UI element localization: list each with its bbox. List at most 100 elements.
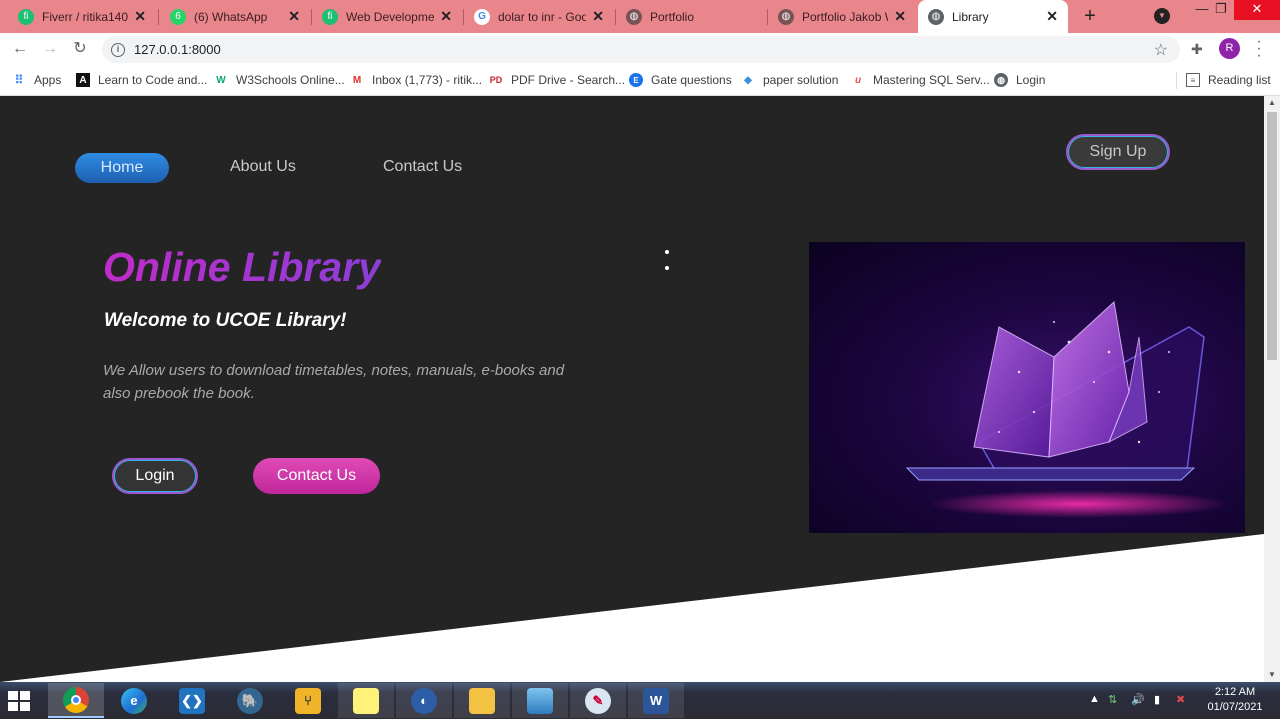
reading-list-icon: ≡ [1186, 73, 1200, 87]
nav-contact-link[interactable]: Contact Us [383, 158, 462, 176]
close-icon[interactable]: ✕ [592, 8, 604, 25]
tab-whatsapp[interactable]: 6 (6) WhatsApp ✕ [160, 0, 310, 33]
taskbar-file-explorer[interactable] [454, 683, 510, 718]
network-status-icon[interactable]: ⇅ [1108, 693, 1117, 706]
nav-home-link[interactable]: Home [75, 153, 169, 183]
bookmark-codecademy[interactable]: A Learn to Code and... [76, 71, 207, 89]
tab-library[interactable]: ◍ Library ✕ [918, 0, 1068, 33]
bookmark-label: Apps [34, 73, 62, 87]
windows-taskbar: e ❮❯ 🐘 ⑂ ◐ ✎ W ▲ ⇅ 🔊 ▮ ✖ 2:12 AM 01/07/2… [0, 682, 1280, 719]
contact-us-button[interactable]: Contact Us [253, 458, 380, 494]
bookmarks-bar: ⠿ Apps A Learn to Code and... W W3School… [0, 65, 1280, 96]
slider-dot[interactable] [665, 266, 669, 270]
close-icon[interactable]: ✕ [134, 8, 146, 25]
bookmark-w3schools[interactable]: W W3Schools Online... [214, 71, 345, 89]
bookmark-pdfdrive[interactable]: PD PDF Drive - Search... [489, 71, 625, 89]
scroll-thumb[interactable] [1267, 112, 1277, 360]
window-close-button[interactable]: ✕ [1234, 0, 1280, 20]
volume-icon[interactable]: 🔊 [1131, 693, 1145, 706]
pdfdrive-icon: PD [489, 75, 503, 85]
tab-title: Portfolio Jakob W [802, 9, 889, 24]
taskbar-vscode[interactable]: ❮❯ [164, 683, 220, 718]
site-info-icon[interactable]: i [111, 42, 125, 57]
notification-icon[interactable]: ✖ [1176, 693, 1185, 706]
tab-portfolio-jakob[interactable]: ◍ Portfolio Jakob W ✕ [768, 0, 916, 33]
tab-web-development[interactable]: fi Web Development ✕ [312, 0, 462, 33]
hero-title: Online Library [103, 244, 381, 290]
bookmark-label: Inbox (1,773) - ritik... [372, 73, 483, 87]
reading-list-label: Reading list [1208, 73, 1271, 87]
codecademy-icon: A [76, 73, 90, 87]
bookmark-star-icon[interactable]: ☆ [1154, 40, 1168, 60]
bookmark-login[interactable]: ◍ Login [994, 71, 1045, 89]
taskbar-git[interactable]: ⑂ [280, 683, 336, 718]
bookmark-gmail[interactable]: M Inbox (1,773) - ritik... [350, 71, 482, 89]
postgresql-icon: 🐘 [237, 687, 263, 714]
taskbar-postgresql[interactable]: 🐘 [222, 683, 278, 718]
slider-dot[interactable] [665, 250, 669, 254]
taskbar-edge[interactable]: e [106, 683, 162, 718]
close-icon[interactable]: ✕ [288, 8, 300, 25]
reload-icon[interactable]: ↻ [70, 39, 90, 59]
bookmark-paper-solution[interactable]: ◆ paper solution [741, 71, 838, 89]
hero-description: We Allow users to download timetables, n… [103, 362, 565, 402]
vscode-icon: ❮❯ [179, 687, 205, 714]
taskbar-paint[interactable]: ✎ [570, 683, 626, 718]
globe-icon: ◍ [626, 8, 642, 25]
tab-portfolio[interactable]: ◍ Portfolio [616, 0, 766, 33]
bookmark-label: Mastering SQL Serv... [873, 73, 990, 87]
tab-search-icon[interactable]: ▼ [1154, 8, 1170, 24]
extensions-puzzle-icon[interactable]: ✚ [1191, 41, 1203, 58]
restore-button[interactable]: ❐ [1204, 0, 1238, 20]
taskbar-media-player[interactable]: ◐ [396, 683, 452, 718]
bookmark-label: W3Schools Online... [236, 73, 345, 87]
nav-about-link[interactable]: About Us [230, 158, 296, 176]
back-arrow-icon[interactable]: ← [10, 39, 30, 59]
kebab-menu-icon[interactable]: · · · [1255, 34, 1263, 64]
sticky-notes-icon [353, 687, 379, 714]
signup-button[interactable]: Sign Up [1066, 134, 1170, 170]
slider-dots[interactable] [665, 250, 671, 282]
tab-google-search[interactable]: G dolar to inr - Goog ✕ [464, 0, 614, 33]
w3schools-icon: W [216, 74, 226, 86]
globe-icon: ◍ [778, 8, 794, 25]
bookmark-apps[interactable]: ⠿ Apps [12, 71, 62, 89]
browser-toolbar: ← → ↻ i 127.0.0.1:8000 ☆ ✚ R · · · [0, 33, 1280, 65]
scroll-up-arrow-icon[interactable]: ▲ [1264, 96, 1280, 110]
bookmark-label: Login [1016, 73, 1046, 87]
scroll-down-arrow-icon[interactable]: ▼ [1264, 668, 1280, 682]
url-text[interactable]: 127.0.0.1:8000 [134, 42, 1154, 57]
fiverr-icon: fi [322, 8, 338, 25]
taskbar-chrome[interactable] [48, 683, 104, 718]
tab-fiverr[interactable]: fi Fiverr / ritika1406 ✕ [8, 0, 156, 33]
paint-icon: ✎ [585, 687, 611, 714]
bookmark-label: Gate questions [651, 73, 732, 87]
profile-avatar[interactable]: R [1219, 38, 1240, 59]
gmail-icon: M [352, 74, 362, 86]
bookmark-sql[interactable]: u Mastering SQL Serv... [851, 71, 990, 89]
forward-arrow-icon[interactable]: → [40, 39, 60, 59]
file-explorer-icon [469, 687, 495, 714]
bookmark-gate[interactable]: E Gate questions [629, 71, 732, 89]
photos-icon [527, 687, 553, 714]
battery-icon[interactable]: ▮ [1154, 693, 1160, 706]
taskbar-word[interactable]: W [628, 683, 684, 718]
page-scrollbar[interactable]: ▲ ▼ [1264, 96, 1280, 682]
taskbar-clock[interactable]: 2:12 AM 01/07/2021 [1200, 685, 1270, 715]
taskbar-photos[interactable] [512, 683, 568, 718]
reading-list-button[interactable]: ≡ Reading list [1186, 71, 1271, 89]
new-tab-button[interactable]: + [1080, 4, 1100, 28]
tab-strip: fi Fiverr / ritika1406 ✕ 6 (6) WhatsApp … [0, 0, 1280, 33]
gate-icon: E [629, 73, 643, 87]
taskbar-sticky-notes[interactable] [338, 683, 394, 718]
windows-start-icon[interactable] [8, 691, 30, 711]
google-icon: G [474, 8, 490, 25]
show-hidden-icons-chevron-icon[interactable]: ▲ [1089, 693, 1100, 705]
login-button[interactable]: Login [112, 458, 198, 494]
tab-title: Fiverr / ritika1406 [42, 9, 129, 24]
close-icon[interactable]: ✕ [440, 8, 452, 25]
hero-subtitle: Welcome to UCOE Library! [104, 310, 347, 331]
address-bar[interactable]: i 127.0.0.1:8000 ☆ [102, 36, 1180, 63]
close-icon[interactable]: ✕ [894, 8, 906, 25]
close-icon[interactable]: ✕ [1046, 8, 1058, 25]
